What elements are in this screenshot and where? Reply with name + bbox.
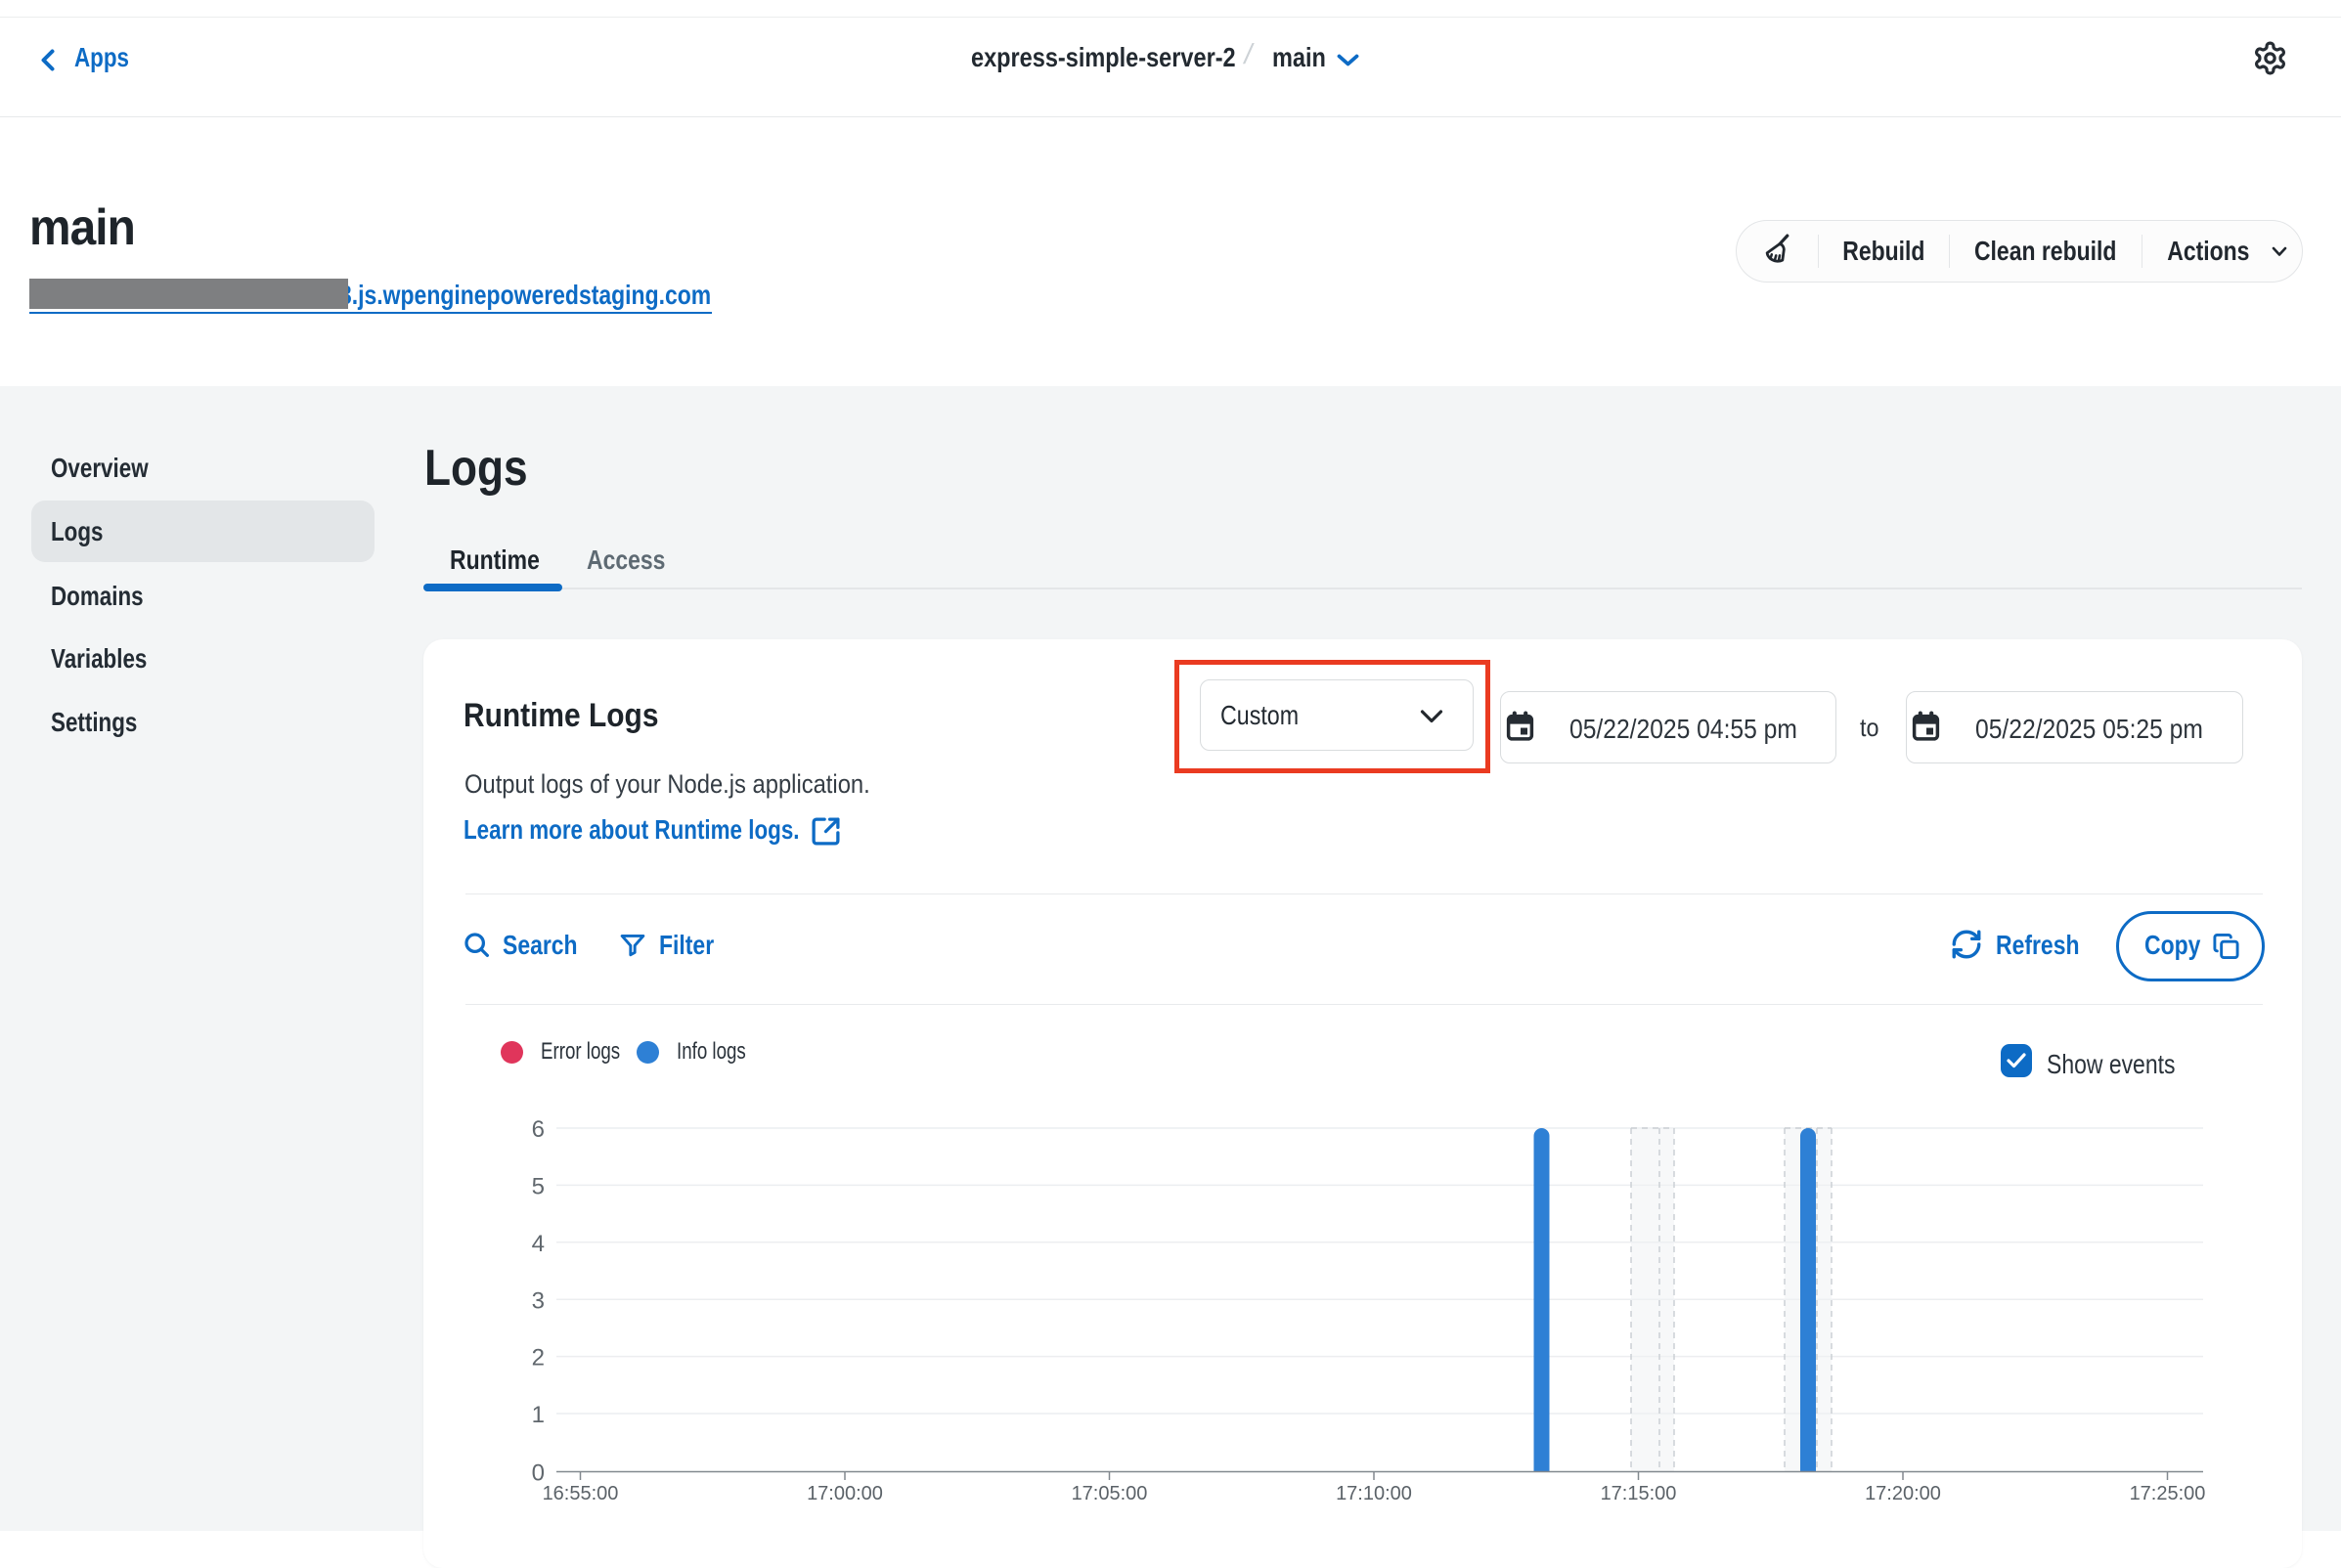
- svg-text:4: 4: [532, 1231, 545, 1257]
- svg-text:17:20:00: 17:20:00: [1865, 1483, 1941, 1504]
- svg-text:17:25:00: 17:25:00: [2130, 1483, 2206, 1504]
- svg-text:3: 3: [532, 1287, 545, 1314]
- svg-text:17:00:00: 17:00:00: [807, 1483, 883, 1504]
- svg-text:17:05:00: 17:05:00: [1072, 1483, 1148, 1504]
- svg-text:16:55:00: 16:55:00: [543, 1483, 619, 1504]
- svg-text:6: 6: [532, 1116, 545, 1143]
- svg-text:17:10:00: 17:10:00: [1336, 1483, 1412, 1504]
- svg-text:1: 1: [532, 1402, 545, 1428]
- svg-text:5: 5: [532, 1174, 545, 1200]
- svg-text:2: 2: [532, 1345, 545, 1372]
- svg-text:17:15:00: 17:15:00: [1601, 1483, 1677, 1504]
